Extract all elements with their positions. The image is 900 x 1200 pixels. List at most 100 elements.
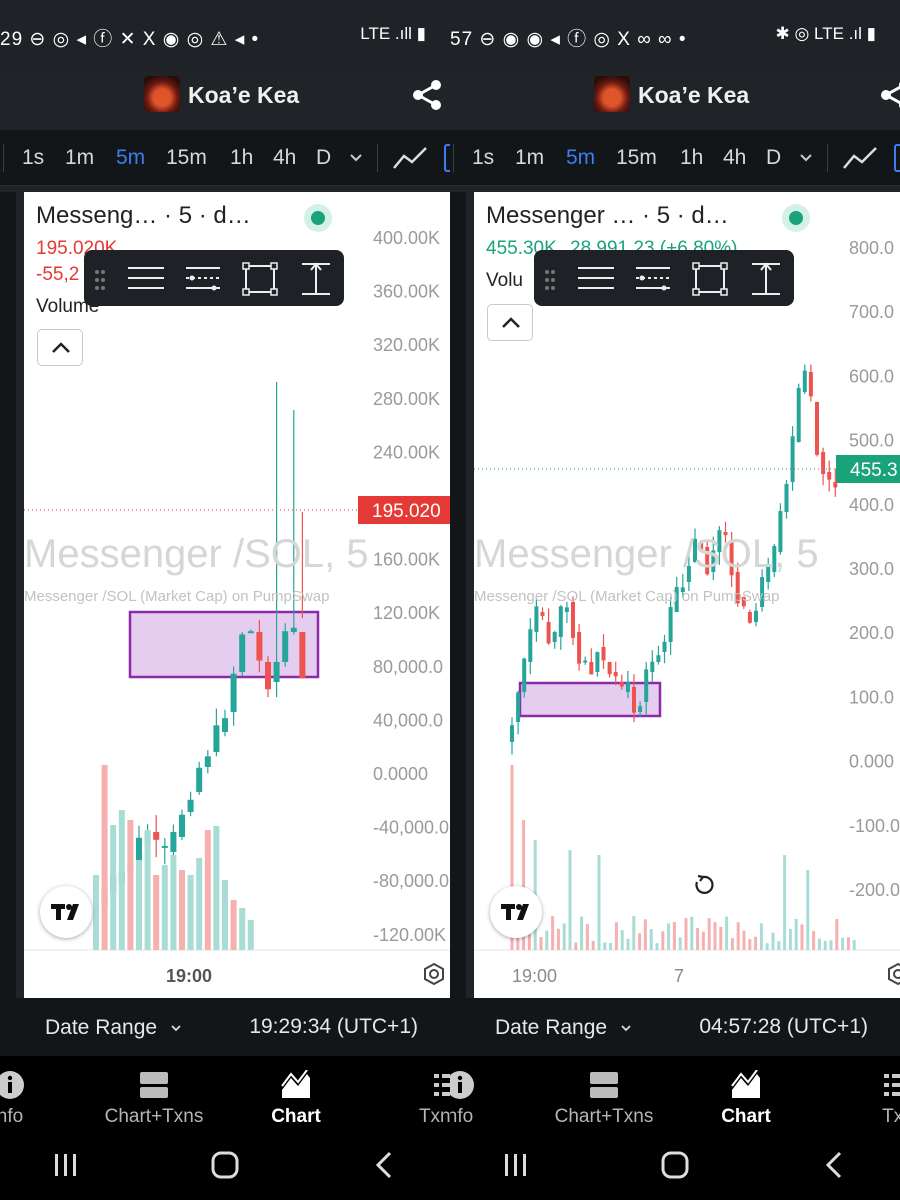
tradingview-logo[interactable] bbox=[40, 886, 92, 938]
symbol-label[interactable]: Messenger … · 5 · d… bbox=[486, 202, 729, 230]
timeframe-15m[interactable]: 15m bbox=[166, 146, 207, 170]
volume-bar bbox=[655, 943, 659, 950]
measure-icon[interactable] bbox=[302, 262, 330, 295]
chart-area[interactable]: 800.0 700.0 600.0 500.0 400.0 300.0 200.0 100.0… bbox=[474, 192, 900, 998]
nav-chart-txns[interactable]: Chart+Txns bbox=[84, 1070, 224, 1128]
last-price-tag-label: 455.3 bbox=[850, 460, 898, 481]
nav-label: Chart bbox=[721, 1106, 771, 1127]
levels-icon[interactable] bbox=[186, 267, 220, 291]
timeframe-4h[interactable]: 4h bbox=[273, 146, 296, 170]
chevron-down-icon[interactable] bbox=[798, 150, 814, 166]
candle-body bbox=[662, 641, 667, 652]
candle-body bbox=[196, 767, 203, 792]
nav-chart-txns[interactable]: Chart+Txns bbox=[534, 1070, 674, 1128]
reset-chart-icon[interactable] bbox=[686, 868, 720, 902]
timeframe-d[interactable]: D bbox=[766, 146, 781, 170]
y-axis-tick-label: 500.0 bbox=[849, 431, 894, 451]
settings-icon[interactable] bbox=[422, 962, 446, 986]
recent-apps-icon[interactable] bbox=[52, 1152, 80, 1178]
txns-icon bbox=[434, 1074, 450, 1096]
collapse-legend-button[interactable] bbox=[37, 329, 83, 366]
volume-bar bbox=[719, 926, 723, 950]
recent-apps-icon[interactable] bbox=[502, 1152, 530, 1178]
rectangle-tool-icon[interactable] bbox=[692, 262, 728, 296]
candle-body bbox=[540, 612, 545, 616]
nav-txns[interactable]: Txn bbox=[828, 1070, 900, 1128]
timeframe-4h[interactable]: 4h bbox=[723, 146, 746, 170]
line-style-icon[interactable] bbox=[128, 267, 164, 289]
candle-body bbox=[290, 627, 297, 632]
nav-chart[interactable]: Chart bbox=[676, 1070, 816, 1128]
candle-body bbox=[528, 629, 533, 662]
volume-bar bbox=[562, 923, 566, 950]
chevron-down-icon[interactable] bbox=[170, 1022, 182, 1034]
y-axis-tick-label: -80,000.0 bbox=[373, 871, 449, 891]
back-icon[interactable] bbox=[822, 1150, 846, 1180]
levels-icon[interactable] bbox=[636, 267, 670, 291]
candle-body bbox=[256, 632, 263, 661]
y-axis-tick-label: 300.0 bbox=[849, 559, 894, 579]
volume-bar bbox=[852, 940, 856, 950]
volume-bar bbox=[93, 875, 99, 950]
date-range-button[interactable]: Date Range bbox=[45, 1016, 157, 1040]
line-style-icon[interactable] bbox=[578, 267, 614, 289]
rectangle-tool-icon[interactable] bbox=[242, 262, 278, 296]
timeframe-1s[interactable]: 1s bbox=[472, 146, 494, 170]
drag-handle-icon[interactable] bbox=[95, 270, 105, 290]
edge-strip bbox=[0, 192, 16, 998]
timeframe-toolbar: 1s 1m 5m 15m 1h 4h D bbox=[450, 130, 900, 186]
candle-body bbox=[821, 452, 826, 474]
live-indicator bbox=[304, 204, 332, 232]
timeframe-d[interactable]: D bbox=[316, 146, 331, 170]
x-axis-tick-label: 19:00 bbox=[166, 966, 212, 986]
symbol-label[interactable]: Messeng… · 5 · d… bbox=[36, 202, 251, 230]
date-range-button[interactable]: Date Range bbox=[495, 1016, 607, 1040]
timeframe-5m[interactable]: 5m bbox=[116, 146, 145, 170]
y-axis-tick-label: 40,000.0 bbox=[373, 710, 443, 730]
timeframe-1m[interactable]: 1m bbox=[65, 146, 94, 170]
chevron-down-icon[interactable] bbox=[348, 150, 364, 166]
line-chart-icon[interactable] bbox=[842, 144, 878, 172]
volume-bar bbox=[230, 900, 237, 950]
clock-readout: 04:57:28 (UTC+1) bbox=[699, 1015, 868, 1038]
timeframe-5m[interactable]: 5m bbox=[566, 146, 595, 170]
drag-handle-icon[interactable] bbox=[545, 270, 555, 290]
chart-area[interactable]: 400.00K360.00K320.00K280.00K240.00K200.0… bbox=[24, 192, 450, 998]
volume-bar bbox=[771, 932, 775, 950]
candle-body bbox=[299, 632, 306, 679]
share-icon[interactable] bbox=[410, 80, 446, 110]
drawing-toolbar bbox=[534, 250, 794, 306]
candle-body bbox=[213, 725, 220, 752]
settings-icon[interactable] bbox=[886, 962, 900, 986]
candle-body bbox=[136, 837, 142, 862]
home-icon[interactable] bbox=[660, 1150, 690, 1180]
home-icon[interactable] bbox=[210, 1150, 240, 1180]
timeframe-1h[interactable]: 1h bbox=[230, 146, 253, 170]
volume-bar bbox=[239, 908, 246, 950]
timeframe-1h[interactable]: 1h bbox=[680, 146, 703, 170]
candle-body bbox=[265, 662, 271, 690]
nav-txns[interactable]: Txnnfo bbox=[378, 1070, 450, 1128]
tradingview-logo[interactable] bbox=[490, 886, 542, 938]
status-bar: 29 ⊖ ◎ ◂ ⓕ ✕ X ◉ ◎ ⚠ ◂ • LTE .ıll ▮ bbox=[0, 0, 450, 72]
line-chart-icon[interactable] bbox=[392, 144, 428, 172]
nav-info[interactable]: nfo bbox=[450, 1070, 530, 1128]
y-axis-tick-label: -120.00K bbox=[373, 925, 446, 945]
measure-icon[interactable] bbox=[752, 262, 780, 295]
candle-body bbox=[153, 832, 160, 840]
back-icon[interactable] bbox=[372, 1150, 396, 1180]
timeframe-1s[interactable]: 1s bbox=[22, 146, 44, 170]
volume-bar bbox=[110, 825, 117, 950]
candle-body bbox=[754, 610, 758, 622]
timeframe-15m[interactable]: 15m bbox=[616, 146, 657, 170]
collapse-legend-button[interactable] bbox=[487, 304, 533, 341]
nav-info[interactable]: nfo bbox=[0, 1070, 80, 1128]
chevron-down-icon[interactable] bbox=[620, 1022, 632, 1034]
candle-body bbox=[247, 631, 254, 634]
timeframe-1m[interactable]: 1m bbox=[515, 146, 544, 170]
share-icon[interactable] bbox=[878, 80, 900, 110]
status-icons-right: LTE .ıll ▮ bbox=[360, 24, 426, 43]
y-axis-tick-label: -200.0 bbox=[849, 880, 900, 900]
volume-bar bbox=[626, 938, 630, 950]
nav-chart[interactable]: Chart bbox=[226, 1070, 366, 1128]
